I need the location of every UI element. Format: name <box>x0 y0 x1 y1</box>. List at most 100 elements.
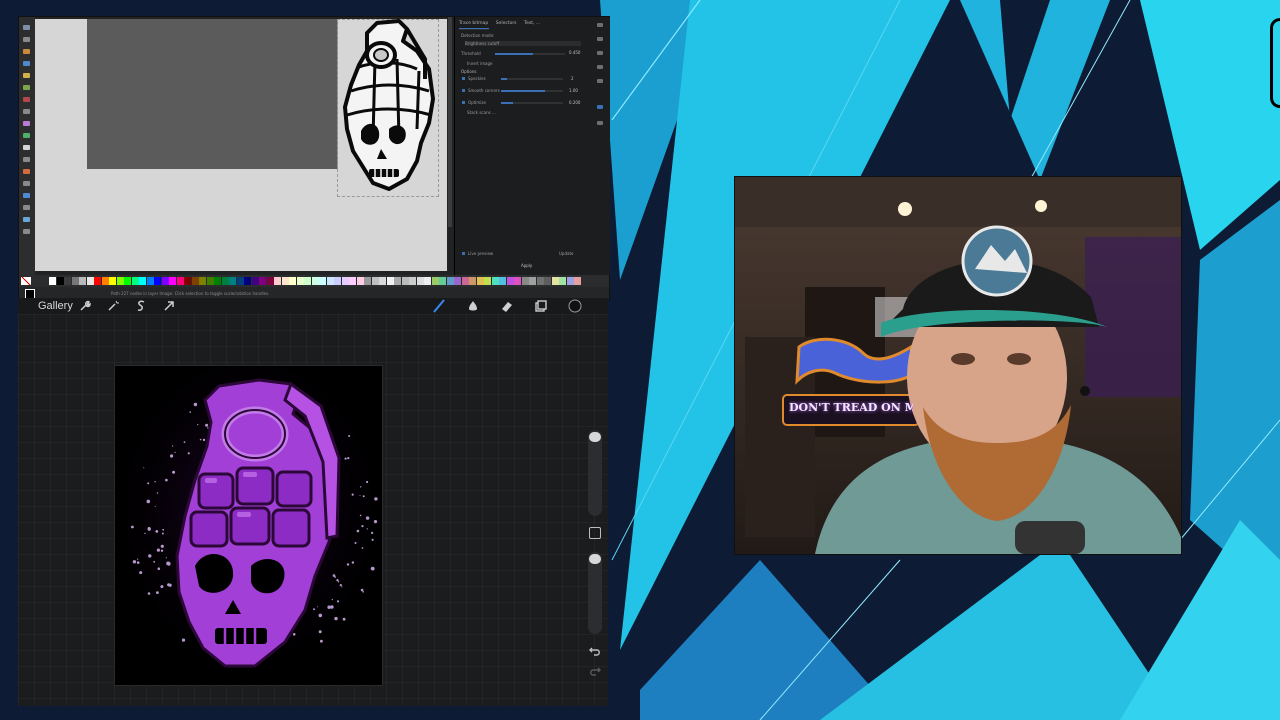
detection-mode-select[interactable]: Brightness cutoff <box>465 41 581 46</box>
canvas-vertical-scrollbar[interactable] <box>448 17 452 227</box>
palette-swatch[interactable] <box>244 277 251 285</box>
palette-swatch[interactable] <box>356 277 364 285</box>
stack-scans-checkbox[interactable]: Stack scans ... <box>467 110 496 115</box>
fill-stroke-dock-icon[interactable] <box>597 23 603 27</box>
objects-dock-icon[interactable] <box>597 51 603 55</box>
palette-swatch[interactable] <box>281 277 289 285</box>
brush-icon[interactable] <box>432 299 446 313</box>
palette-swatch[interactable] <box>386 277 394 285</box>
measure-tool-icon[interactable] <box>23 229 30 234</box>
palette-swatch[interactable] <box>341 277 349 285</box>
rectangle-tool-icon[interactable] <box>23 61 30 66</box>
smooth-corners-checkbox[interactable] <box>462 89 465 92</box>
palette-swatch[interactable] <box>49 277 56 285</box>
palette-swatch[interactable] <box>109 277 116 285</box>
palette-swatch[interactable] <box>311 277 319 285</box>
palette-swatch[interactable] <box>266 277 274 285</box>
brush-size-knob[interactable] <box>589 432 601 442</box>
opacity-slider[interactable] <box>588 552 602 634</box>
gray-rectangle-object[interactable] <box>87 19 338 169</box>
palette-swatch[interactable] <box>56 277 64 285</box>
palette-swatch[interactable] <box>169 277 176 285</box>
palette-swatch[interactable] <box>454 277 461 285</box>
palette-swatch[interactable] <box>71 277 79 285</box>
palette-swatch[interactable] <box>124 277 131 285</box>
threshold-slider[interactable] <box>495 53 565 55</box>
dropper-tool-icon[interactable] <box>23 157 30 162</box>
palette-swatch[interactable] <box>551 277 559 285</box>
color-swatch-icon[interactable] <box>568 299 582 313</box>
palette-swatch[interactable] <box>116 277 124 285</box>
wrench-icon[interactable] <box>78 299 92 313</box>
trace-bitmap-dock-icon[interactable] <box>597 105 603 109</box>
eraser-tool-icon[interactable] <box>23 205 30 210</box>
brush-size-slider[interactable] <box>588 430 602 516</box>
palette-swatch[interactable] <box>349 277 356 285</box>
palette-swatch[interactable] <box>94 277 101 285</box>
inkscape-canvas[interactable] <box>35 19 447 271</box>
invert-image-checkbox[interactable]: Invert image <box>467 61 493 66</box>
palette-swatch[interactable] <box>394 277 401 285</box>
apply-button[interactable]: Apply <box>521 263 532 268</box>
spray-tool-icon[interactable] <box>23 193 30 198</box>
no-paint-swatch[interactable] <box>21 277 31 285</box>
palette-swatch[interactable] <box>251 277 259 285</box>
undo-icon[interactable] <box>588 644 602 658</box>
palette-swatch[interactable] <box>296 277 304 285</box>
palette-swatch[interactable] <box>289 277 296 285</box>
palette-swatch[interactable] <box>559 277 566 285</box>
palette-swatch[interactable] <box>476 277 484 285</box>
palette-swatch[interactable] <box>469 277 476 285</box>
palette-swatch[interactable] <box>176 277 184 285</box>
palette-swatch[interactable] <box>191 277 199 285</box>
threshold-value[interactable]: 0.450 <box>569 50 580 55</box>
palette-swatch[interactable] <box>206 277 214 285</box>
palette-swatch[interactable] <box>326 277 334 285</box>
live-preview-checkbox[interactable] <box>462 252 465 255</box>
spiral-tool-icon[interactable] <box>23 85 30 90</box>
palette-swatch[interactable] <box>199 277 206 285</box>
tab-selectors[interactable]: Selectors <box>496 21 517 26</box>
tweak-tool-icon[interactable] <box>23 181 30 186</box>
palette-swatch[interactable] <box>139 277 146 285</box>
magic-wand-icon[interactable] <box>106 299 120 313</box>
palette-swatch[interactable] <box>101 277 109 285</box>
palette-swatch[interactable] <box>439 277 446 285</box>
palette-swatch[interactable] <box>79 277 86 285</box>
xml-editor-dock-icon[interactable] <box>597 121 603 125</box>
update-preview-button[interactable]: Update <box>559 251 574 256</box>
paint-bucket-tool-icon[interactable] <box>23 169 30 174</box>
palette-swatch[interactable] <box>506 277 514 285</box>
palette-swatch[interactable] <box>491 277 499 285</box>
palette-swatch[interactable] <box>259 277 266 285</box>
palette-swatch[interactable] <box>529 277 536 285</box>
palette-swatch[interactable] <box>514 277 521 285</box>
palette-swatch[interactable] <box>304 277 311 285</box>
calligraphy-tool-icon[interactable] <box>23 121 30 126</box>
palette-swatch[interactable] <box>334 277 341 285</box>
tab-text[interactable]: Text, ... <box>524 21 540 26</box>
move-arrow-icon[interactable] <box>162 299 176 313</box>
palette-swatch[interactable] <box>544 277 551 285</box>
speckles-slider[interactable] <box>501 78 563 80</box>
palette-swatch[interactable] <box>274 277 281 285</box>
node-tool-icon[interactable] <box>23 37 30 42</box>
palette-swatch[interactable] <box>446 277 454 285</box>
gallery-button[interactable]: Gallery <box>38 300 73 312</box>
palette-swatch[interactable] <box>521 277 529 285</box>
modify-button[interactable] <box>589 527 601 539</box>
palette-swatch[interactable] <box>184 277 191 285</box>
pen-tool-icon[interactable] <box>23 109 30 114</box>
palette-swatch[interactable] <box>484 277 491 285</box>
grenade-skull-line-art[interactable] <box>337 19 437 197</box>
tab-trace-bitmap[interactable]: Trace bitmap <box>459 21 488 26</box>
pencil-tool-icon[interactable] <box>23 97 30 102</box>
gradient-tool-icon[interactable] <box>23 145 30 150</box>
palette-swatch[interactable] <box>214 277 221 285</box>
selector-tool-icon[interactable] <box>23 25 30 30</box>
speckles-checkbox[interactable] <box>462 77 465 80</box>
palette-swatch[interactable] <box>499 277 506 285</box>
palette-swatch[interactable] <box>161 277 169 285</box>
palette-swatch[interactable] <box>64 277 71 285</box>
palette-swatch[interactable] <box>409 277 416 285</box>
